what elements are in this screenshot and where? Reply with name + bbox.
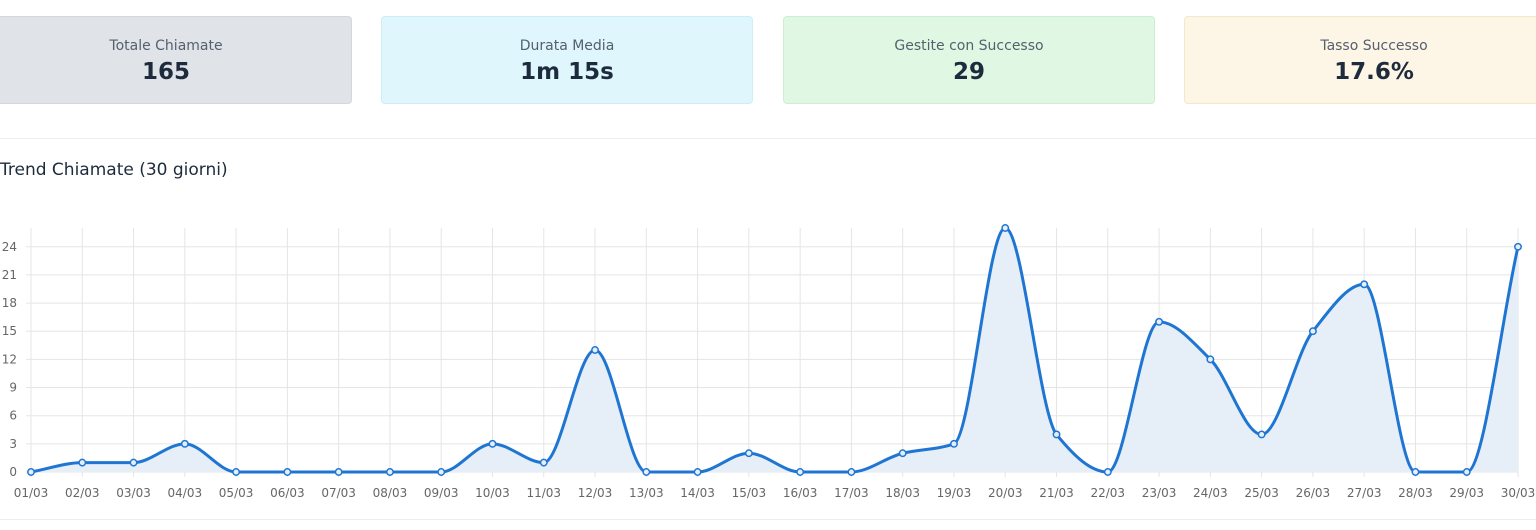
stat-value: 1m 15s <box>520 59 614 85</box>
x-tick-label: 07/03 <box>321 486 356 500</box>
data-point <box>1308 327 1317 336</box>
data-point <box>1103 468 1112 476</box>
data-point <box>488 439 497 448</box>
stat-card-average-duration: Durata Media 1m 15s <box>381 16 753 104</box>
data-point <box>437 468 446 476</box>
x-tick-label: 25/03 <box>1244 486 1279 500</box>
data-point <box>591 346 599 354</box>
series-area-fill <box>31 228 1518 472</box>
y-tick-label: 21 <box>2 268 17 282</box>
x-tick-label: 04/03 <box>168 486 203 500</box>
x-tick-label: 06/03 <box>270 486 305 500</box>
x-tick-label: 20/03 <box>988 486 1023 500</box>
data-point <box>950 439 958 448</box>
area-layer <box>29 226 1520 474</box>
x-tick-label: 09/03 <box>424 486 459 500</box>
x-tick-label: 16/03 <box>783 486 818 500</box>
y-tick-label: 3 <box>9 437 17 451</box>
data-point <box>1001 224 1010 232</box>
data-point <box>78 458 87 467</box>
x-tick-label: 02/03 <box>65 486 100 500</box>
x-tick-label: 01/03 <box>14 486 49 500</box>
x-tick-label: 11/03 <box>526 486 561 500</box>
data-point <box>232 468 241 476</box>
x-tick-label: 17/03 <box>834 486 869 500</box>
data-point <box>642 468 651 476</box>
data-point <box>283 468 292 476</box>
x-tick-label: 14/03 <box>680 486 715 500</box>
data-point <box>180 439 189 448</box>
y-tick-label: 0 <box>9 465 17 479</box>
y-tick-label: 18 <box>2 296 17 310</box>
stat-value: 17.6% <box>1334 59 1414 85</box>
x-tick-label: 24/03 <box>1193 486 1228 500</box>
x-tick-label: 28/03 <box>1398 486 1433 500</box>
stat-card-success-rate: Tasso Successo 17.6% <box>1184 16 1536 104</box>
data-point <box>334 468 343 476</box>
data-point <box>693 468 702 476</box>
y-tick-label: 9 <box>9 381 17 395</box>
x-tick-label: 26/03 <box>1296 486 1331 500</box>
x-tick-label: 18/03 <box>885 486 920 500</box>
data-point <box>1462 468 1471 476</box>
data-point <box>129 458 138 467</box>
data-point <box>1206 355 1215 364</box>
data-point <box>1257 430 1266 439</box>
y-tick-label: 24 <box>2 240 17 254</box>
data-point <box>385 468 394 476</box>
data-point <box>1411 468 1420 476</box>
x-tick-label: 12/03 <box>578 486 613 500</box>
stat-label: Tasso Successo <box>1320 38 1428 54</box>
stat-card-successful: Gestite con Successo 29 <box>783 16 1155 104</box>
x-tick-label: 21/03 <box>1039 486 1074 500</box>
x-tick-label: 30/03 <box>1501 486 1536 500</box>
section-divider-bottom <box>0 519 1536 520</box>
stat-label: Gestite con Successo <box>894 38 1044 54</box>
x-tick-label: 03/03 <box>116 486 151 500</box>
x-tick-label: 19/03 <box>937 486 972 500</box>
data-point <box>27 468 35 476</box>
data-point <box>1360 280 1369 289</box>
stat-card-total-calls: Totale Chiamate 165 <box>0 16 352 104</box>
data-point <box>796 468 805 476</box>
calls-trend-chart: 0 3 6 9 12 15 18 21 24 01/03 02/03 03/03 04/03 05/03 0… <box>2 224 1536 500</box>
x-tick-label: 05/03 <box>219 486 254 500</box>
data-point <box>539 458 548 467</box>
x-tick-label: 15/03 <box>732 486 767 500</box>
x-tick-label: 13/03 <box>629 486 664 500</box>
x-tick-label: 10/03 <box>475 486 510 500</box>
chart-title: Trend Chiamate (30 giorni) <box>0 160 228 180</box>
y-tick-label: 12 <box>2 352 17 366</box>
data-point <box>847 468 856 476</box>
x-tick-label: 27/03 <box>1347 486 1382 500</box>
data-point <box>1514 242 1522 251</box>
section-divider <box>0 138 1536 139</box>
data-point <box>1155 317 1164 326</box>
x-tick-label: 23/03 <box>1142 486 1177 500</box>
x-tick-label: 29/03 <box>1449 486 1484 500</box>
y-tick-label: 6 <box>9 409 17 423</box>
x-tick-label: 08/03 <box>373 486 408 500</box>
data-point <box>898 449 907 458</box>
stat-value: 29 <box>952 59 985 85</box>
stat-label: Totale Chiamate <box>109 38 223 54</box>
data-point <box>1052 430 1061 439</box>
y-tick-label: 15 <box>2 324 17 338</box>
stat-value: 165 <box>141 59 190 85</box>
data-point <box>744 449 753 458</box>
stat-label: Durata Media <box>519 38 615 54</box>
x-tick-label: 22/03 <box>1090 486 1125 500</box>
